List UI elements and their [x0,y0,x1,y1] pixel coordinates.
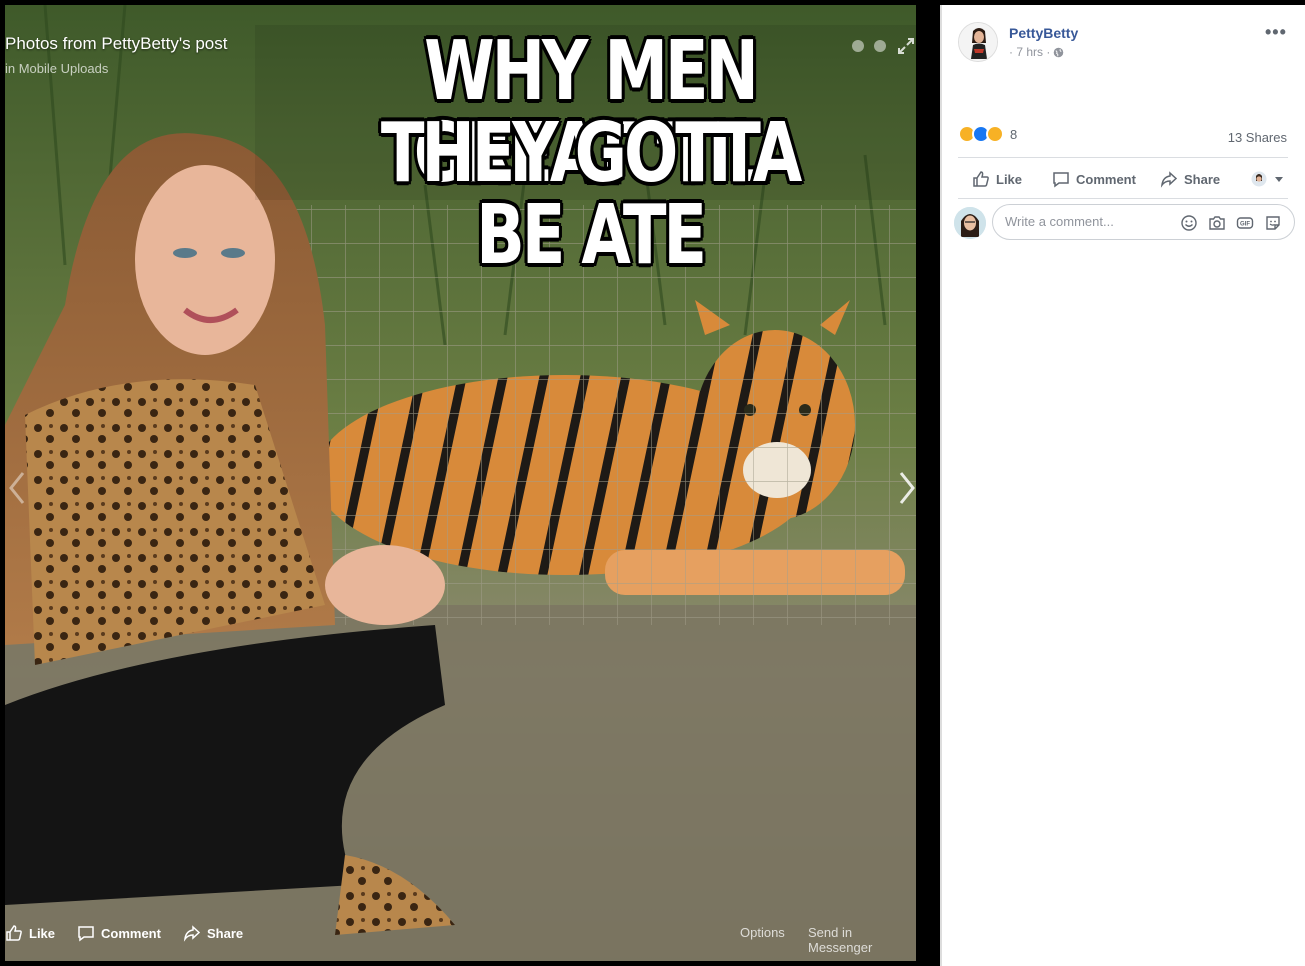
comment-icon [1053,172,1069,188]
avatar-illustration [954,207,986,239]
share-icon [183,925,201,942]
facebook-photo-viewer: WHY MEN GREAT 'TIL THEY GOTTA BE ATE Pho… [0,0,1305,966]
photo-viewer: WHY MEN GREAT 'TIL THEY GOTTA BE ATE Pho… [0,0,940,966]
viewer-like-button[interactable]: Like [5,924,55,942]
viewer-share-label: Share [207,925,244,941]
caret-down-icon [1275,177,1283,182]
shares-count[interactable]: 13 Shares [1228,130,1287,145]
avatar-illustration [959,23,997,61]
comment-label: Comment [1076,171,1136,187]
expand-icon[interactable] [896,36,916,56]
viewer-action-bar: Like Comment Share Options Send in Messe… [0,916,916,955]
wow-reaction-icon [986,125,1004,143]
viewer-top-controls [852,36,916,56]
current-user-avatar[interactable] [954,207,986,239]
comment-composer: GIF [992,204,1295,240]
like-button[interactable]: Like [972,170,1022,188]
viewer-share-button[interactable]: Share [183,924,243,942]
viewer-title: Photos from PettyBetty's post [5,34,228,53]
camera-icon[interactable] [1208,214,1226,232]
post-timestamp[interactable]: · 7 hrs · [1009,45,1050,59]
reaction-summary[interactable]: 8 [958,125,1017,143]
emoji-icon[interactable] [1180,214,1198,232]
gif-icon[interactable]: GIF [1236,214,1254,232]
post-meta: · 7 hrs · [1009,45,1064,59]
chevron-left-icon [9,472,25,504]
like-icon [6,925,22,941]
post-action-bar: Like Comment Share [958,158,1288,198]
comment-icon [78,926,94,942]
viewer-like-label: Like [29,925,56,941]
tag-photo-icon[interactable] [852,40,864,52]
svg-text:GIF: GIF [1240,222,1250,228]
next-photo-arrow[interactable] [894,466,920,510]
meme-caption-line-2: THEY GOTTA BE ATE [380,106,802,283]
sticker-icon[interactable] [1264,214,1282,232]
comment-button[interactable]: Comment [1052,170,1136,188]
divider [958,198,1288,199]
viewer-comment-button[interactable]: Comment [77,924,161,942]
author-avatar[interactable] [958,22,998,62]
reaction-count: 8 [1010,126,1018,142]
share-label: Share [1184,171,1221,187]
audience-selector[interactable] [1250,170,1284,188]
profile-avatar-icon [1251,171,1267,187]
comment-input[interactable] [1005,214,1175,229]
viewer-comment-label: Comment [101,925,161,941]
album-link[interactable]: in Mobile Uploads [5,61,108,76]
meme-photo[interactable]: WHY MEN GREAT 'TIL THEY GOTTA BE ATE [5,5,916,961]
like-label: Like [996,171,1023,187]
globe-icon[interactable] [1053,47,1064,58]
share-button[interactable]: Share [1160,170,1220,188]
send-in-messenger-button[interactable]: Send in Messenger [808,925,916,955]
options-button[interactable]: Options [740,925,785,940]
post-sidebar: PettyBetty · 7 hrs · ••• 8 13 Shares Lik… [940,5,1305,966]
share-icon [1160,171,1178,188]
previous-photo-arrow[interactable] [4,466,30,510]
chevron-right-icon [899,472,915,504]
more-options-icon[interactable]: ••• [1265,22,1287,43]
zoom-icon[interactable] [874,40,886,52]
author-name[interactable]: PettyBetty [1009,25,1078,41]
like-icon [973,171,989,187]
